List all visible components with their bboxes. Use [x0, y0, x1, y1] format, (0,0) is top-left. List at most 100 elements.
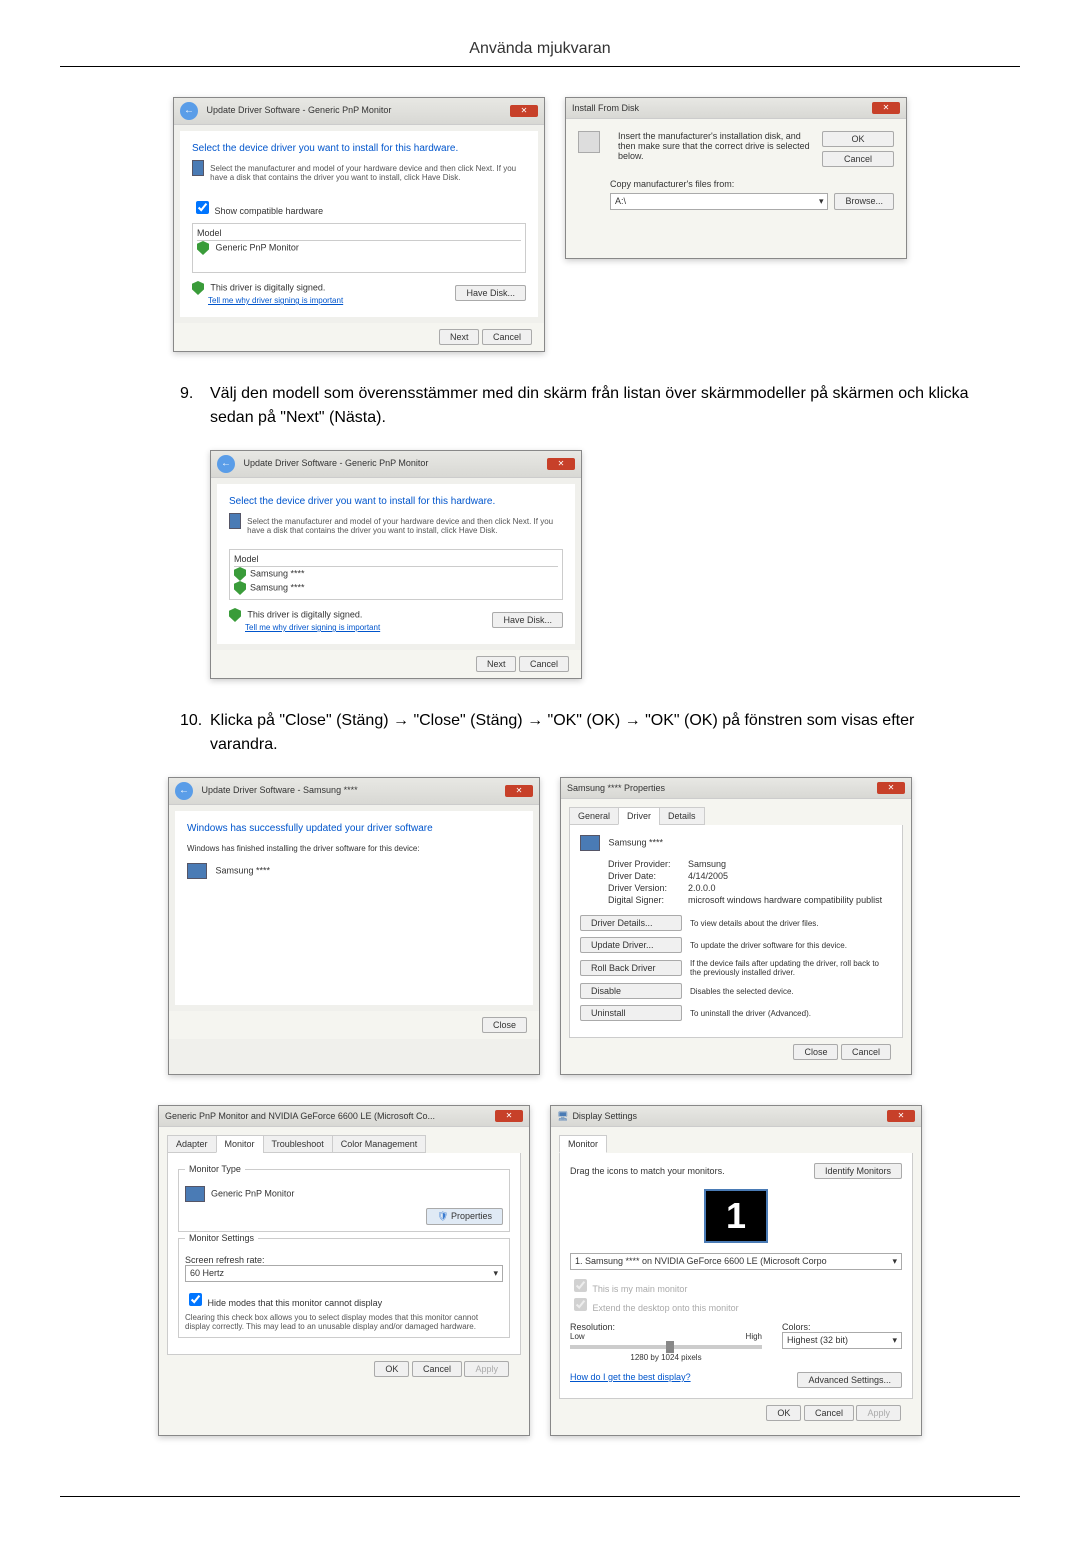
dialog-title: Install From Disk	[572, 103, 639, 113]
show-compatible-checkbox[interactable]	[196, 201, 209, 214]
provider-label: Driver Provider:	[608, 859, 688, 869]
close-icon[interactable]: ✕	[872, 102, 900, 114]
monitor-icon	[229, 513, 241, 529]
tab-details[interactable]: Details	[659, 807, 705, 825]
chevron-down-icon[interactable]: ▾	[819, 196, 824, 207]
help-link[interactable]: How do I get the best display?	[570, 1372, 691, 1388]
cancel-button[interactable]: Cancel	[804, 1405, 854, 1421]
tab-color[interactable]: Color Management	[332, 1135, 427, 1153]
dialog-title: Display Settings	[572, 1111, 637, 1121]
ok-button[interactable]: OK	[766, 1405, 801, 1421]
identify-button[interactable]: Identify Monitors	[814, 1163, 902, 1179]
disk-icon	[578, 131, 600, 153]
driver-details-desc: To view details about the driver files.	[690, 919, 819, 928]
colors-label: Colors:	[782, 1322, 902, 1332]
install-instruction: Insert the manufacturer's installation d…	[618, 131, 812, 167]
step-text: Välj den modell som överensstämmer med d…	[210, 382, 1020, 430]
close-icon[interactable]: ✕	[505, 785, 533, 797]
step-number: 9.	[180, 382, 210, 430]
cancel-button[interactable]: Cancel	[482, 329, 532, 345]
next-button[interactable]: Next	[439, 329, 480, 345]
have-disk-button[interactable]: Have Disk...	[455, 285, 526, 301]
version-value: 2.0.0.0	[688, 883, 716, 893]
disable-desc: Disables the selected device.	[690, 987, 794, 996]
model-item[interactable]: Generic PnP Monitor	[197, 241, 521, 255]
instruction-text: Select the manufacturer and model of you…	[247, 517, 563, 535]
ok-button[interactable]: OK	[374, 1361, 409, 1377]
resolution-slider[interactable]	[570, 1345, 762, 1349]
uninstall-desc: To uninstall the driver (Advanced).	[690, 1009, 811, 1018]
advanced-button[interactable]: Advanced Settings...	[797, 1372, 902, 1388]
drive-input[interactable]: A:\ ▾	[610, 193, 828, 210]
shield-icon	[197, 241, 209, 255]
display-settings-dialog: 🖥Display Settings ✕ Monitor Drag the ico…	[550, 1105, 922, 1436]
monitor-icon	[580, 835, 600, 851]
extend-checkbox	[574, 1298, 587, 1311]
monitor-icon	[185, 1186, 205, 1202]
monitor-icon	[192, 160, 204, 176]
signing-link[interactable]: Tell me why driver signing is important	[208, 296, 343, 305]
close-button[interactable]: Close	[482, 1017, 527, 1033]
signed-text: This driver is digitally signed.	[247, 609, 362, 619]
date-label: Driver Date:	[608, 871, 688, 881]
show-compatible-label: Show compatible hardware	[215, 206, 324, 216]
monitor-select[interactable]: 1. Samsung **** on NVIDIA GeForce 6600 L…	[570, 1253, 902, 1270]
refresh-rate-select[interactable]: 60 Hertz ▾	[185, 1265, 503, 1282]
next-button[interactable]: Next	[476, 656, 517, 672]
model-item[interactable]: Samsung ****	[234, 567, 558, 581]
back-icon[interactable]: ←	[180, 102, 198, 120]
chevron-down-icon: ▾	[892, 1335, 897, 1346]
close-icon[interactable]: ✕	[547, 458, 575, 470]
resolution-label: Resolution:	[570, 1322, 762, 1332]
monitor-type-label: Monitor Type	[185, 1164, 245, 1174]
close-icon[interactable]: ✕	[887, 1110, 915, 1122]
model-item[interactable]: Samsung ****	[234, 581, 558, 595]
tab-general[interactable]: General	[569, 807, 619, 825]
device-properties-dialog: Samsung **** Properties ✕ General Driver…	[560, 777, 912, 1075]
device-name: Samsung ****	[216, 865, 271, 875]
dialog-breadcrumb: Update Driver Software - Samsung ****	[202, 785, 358, 795]
main-monitor-label: This is my main monitor	[592, 1284, 687, 1294]
browse-button[interactable]: Browse...	[834, 193, 894, 210]
apply-button[interactable]: Apply	[856, 1405, 901, 1421]
close-button[interactable]: Close	[793, 1044, 838, 1060]
monitor-preview[interactable]: 1	[704, 1189, 768, 1243]
close-icon[interactable]: ✕	[495, 1110, 523, 1122]
model-header: Model	[234, 554, 558, 567]
have-disk-button[interactable]: Have Disk...	[492, 612, 563, 628]
colors-select[interactable]: Highest (32 bit) ▾	[782, 1332, 902, 1349]
uninstall-button[interactable]: Uninstall	[580, 1005, 682, 1021]
back-icon[interactable]: ←	[217, 455, 235, 473]
signer-label: Digital Signer:	[608, 895, 688, 905]
dialog-breadcrumb: Update Driver Software - Generic PnP Mon…	[244, 458, 429, 468]
properties-button[interactable]: 🛡 Properties	[426, 1208, 503, 1225]
rollback-button[interactable]: Roll Back Driver	[580, 960, 682, 976]
tab-adapter[interactable]: Adapter	[167, 1135, 217, 1153]
close-icon[interactable]: ✕	[510, 105, 538, 117]
high-label: High	[746, 1332, 762, 1341]
disable-button[interactable]: Disable	[580, 983, 682, 999]
signing-link[interactable]: Tell me why driver signing is important	[245, 623, 380, 632]
cancel-button[interactable]: Cancel	[519, 656, 569, 672]
success-heading: Windows has successfully updated your dr…	[187, 823, 521, 834]
hide-modes-checkbox[interactable]	[189, 1293, 202, 1306]
copy-from-label: Copy manufacturer's files from:	[610, 179, 894, 189]
tab-monitor[interactable]: Monitor	[216, 1135, 264, 1153]
tab-driver[interactable]: Driver	[618, 807, 660, 825]
ok-button[interactable]: OK	[822, 131, 894, 147]
update-driver-button[interactable]: Update Driver...	[580, 937, 682, 953]
tab-monitor[interactable]: Monitor	[559, 1135, 607, 1153]
apply-button[interactable]: Apply	[464, 1361, 509, 1377]
drag-instruction: Drag the icons to match your monitors.	[570, 1166, 725, 1176]
signer-value: microsoft windows hardware compatibility…	[688, 895, 882, 905]
update-driver-desc: To update the driver software for this d…	[690, 941, 847, 950]
cancel-button[interactable]: Cancel	[841, 1044, 891, 1060]
back-icon[interactable]: ←	[175, 782, 193, 800]
tab-troubleshoot[interactable]: Troubleshoot	[263, 1135, 333, 1153]
close-icon[interactable]: ✕	[877, 782, 905, 794]
refresh-rate-label: Screen refresh rate:	[185, 1255, 503, 1265]
hide-modes-desc: Clearing this check box allows you to se…	[185, 1313, 503, 1331]
cancel-button[interactable]: Cancel	[412, 1361, 462, 1377]
driver-details-button[interactable]: Driver Details...	[580, 915, 682, 931]
cancel-button[interactable]: Cancel	[822, 151, 894, 167]
